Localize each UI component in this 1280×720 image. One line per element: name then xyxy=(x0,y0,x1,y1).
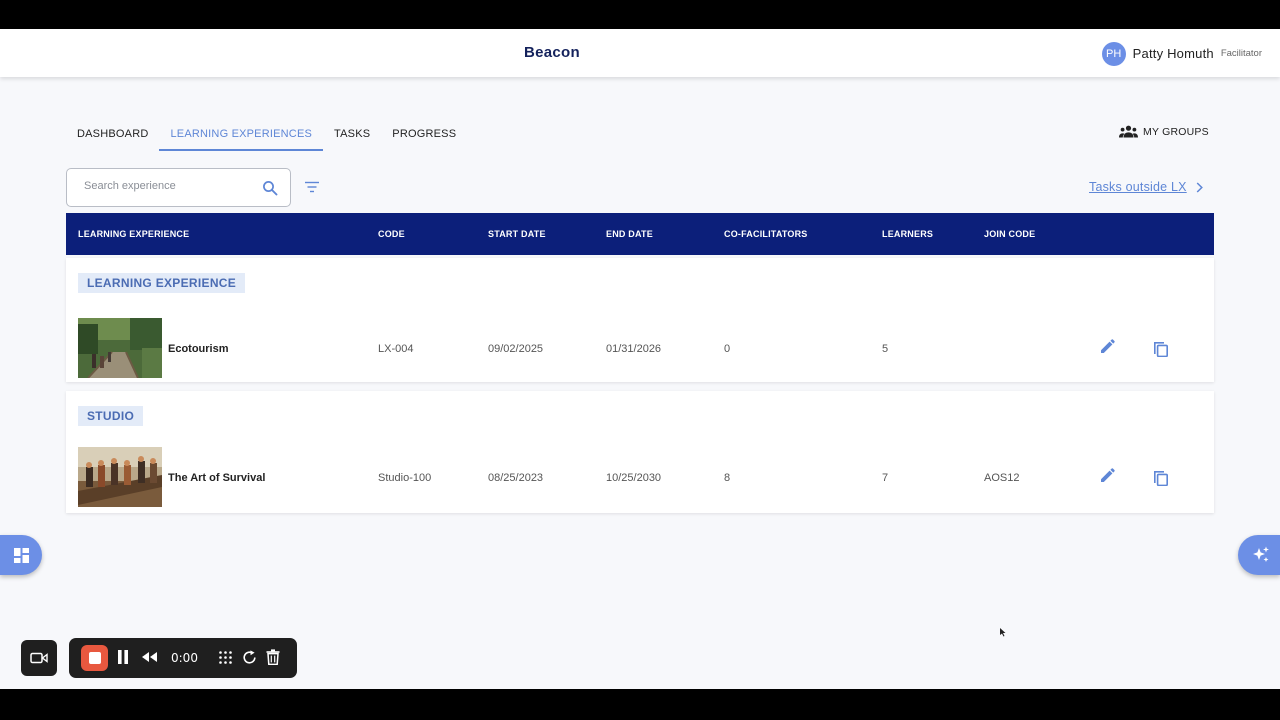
video-camera-icon xyxy=(30,652,48,664)
join-code: AOS12 xyxy=(984,472,1020,484)
apps-fab-button[interactable] xyxy=(0,535,42,575)
group-label: STUDIO xyxy=(78,406,144,426)
restart-icon[interactable] xyxy=(242,650,257,665)
column-header-learning-experience[interactable]: LEARNING EXPERIENCE xyxy=(78,229,189,239)
top-header: Beacon PH Patty Homuth Facilitator xyxy=(0,29,1280,77)
group-learning-experience: LEARNING EXPERIENCE Ecotourism LX-004 09… xyxy=(66,258,1214,382)
recorder-toolbar: 0:00 xyxy=(69,638,297,678)
tab-dashboard[interactable]: DASHBOARD xyxy=(66,119,159,151)
nav-tabs: DASHBOARD LEARNING EXPERIENCES TASKS PRO… xyxy=(66,119,467,151)
experience-name[interactable]: The Art of Survival xyxy=(168,472,265,484)
start-date: 09/02/2025 xyxy=(488,343,544,355)
trash-icon[interactable] xyxy=(266,649,280,665)
stop-icon xyxy=(88,652,101,664)
group-label: LEARNING EXPERIENCE xyxy=(78,273,246,293)
search-box xyxy=(66,168,291,207)
table-row[interactable]: Ecotourism LX-004 09/02/2025 01/31/2026 … xyxy=(66,318,1214,378)
end-date: 10/25/2030 xyxy=(606,472,662,484)
group-icon xyxy=(1119,125,1138,138)
copy-icon[interactable] xyxy=(1152,467,1170,486)
column-header-co-facilitators[interactable]: CO-FACILITATORS xyxy=(724,229,808,239)
my-groups-label: MY GROUPS xyxy=(1143,125,1209,138)
experience-code: LX-004 xyxy=(378,343,414,355)
pencil-icon[interactable] xyxy=(1098,338,1116,356)
column-header-join-code[interactable]: JOIN CODE xyxy=(984,229,1035,239)
start-date: 08/25/2023 xyxy=(488,472,544,484)
chevron-right-icon xyxy=(1196,181,1203,193)
app-title: Beacon xyxy=(524,44,580,61)
column-header-code[interactable]: CODE xyxy=(378,229,405,239)
filter-icon[interactable] xyxy=(304,180,320,194)
tasks-outside-lx-link[interactable]: Tasks outside LX xyxy=(1089,180,1203,194)
group-studio: STUDIO The Art of Survival Studio-100 08… xyxy=(66,391,1214,513)
end-date: 01/31/2026 xyxy=(606,343,662,355)
avatar: PH xyxy=(1101,41,1126,66)
mouse-cursor-icon xyxy=(1000,628,1006,637)
learners-count: 5 xyxy=(882,343,889,355)
my-groups-button[interactable]: MY GROUPS xyxy=(1119,125,1209,138)
tasks-outside-label: Tasks outside LX xyxy=(1089,180,1187,194)
ai-assistant-button[interactable] xyxy=(1238,535,1280,575)
rewind-icon[interactable] xyxy=(141,651,158,663)
table-row[interactable]: The Art of Survival Studio-100 08/25/202… xyxy=(66,447,1214,507)
column-header-start-date[interactable]: START DATE xyxy=(488,229,546,239)
tab-progress[interactable]: PROGRESS xyxy=(381,119,467,151)
column-header-end-date[interactable]: END DATE xyxy=(606,229,653,239)
pause-icon[interactable] xyxy=(117,649,129,665)
stop-recording-button[interactable] xyxy=(81,645,108,671)
co-facilitators-count: 0 xyxy=(724,343,731,355)
column-header-learners[interactable]: LEARNERS xyxy=(882,229,933,239)
table-header: LEARNING EXPERIENCE CODE START DATE END … xyxy=(66,213,1214,255)
grid-dots-icon[interactable] xyxy=(218,650,233,665)
camera-toggle-button[interactable] xyxy=(21,640,57,676)
recording-timer: 0:00 xyxy=(171,651,198,665)
tab-learning-experiences[interactable]: LEARNING EXPERIENCES xyxy=(159,119,324,151)
tab-tasks[interactable]: TASKS xyxy=(323,119,381,151)
user-name: Patty Homuth xyxy=(1132,46,1214,61)
learners-count: 7 xyxy=(882,472,889,484)
grid-icon xyxy=(13,547,29,563)
user-menu[interactable]: PH Patty Homuth Facilitator xyxy=(1101,41,1262,66)
search-input[interactable] xyxy=(84,180,254,192)
experience-code: Studio-100 xyxy=(378,472,432,484)
experience-name[interactable]: Ecotourism xyxy=(168,343,229,355)
experience-thumbnail xyxy=(78,447,162,507)
copy-icon[interactable] xyxy=(1152,338,1170,357)
user-role: Facilitator xyxy=(1220,48,1262,59)
app-screen: Beacon PH Patty Homuth Facilitator DASHB… xyxy=(0,29,1280,689)
sparkle-icon xyxy=(1253,546,1269,562)
search-icon[interactable] xyxy=(262,180,278,196)
co-facilitators-count: 8 xyxy=(724,472,731,484)
pencil-icon[interactable] xyxy=(1098,467,1116,485)
experience-thumbnail xyxy=(78,318,162,378)
